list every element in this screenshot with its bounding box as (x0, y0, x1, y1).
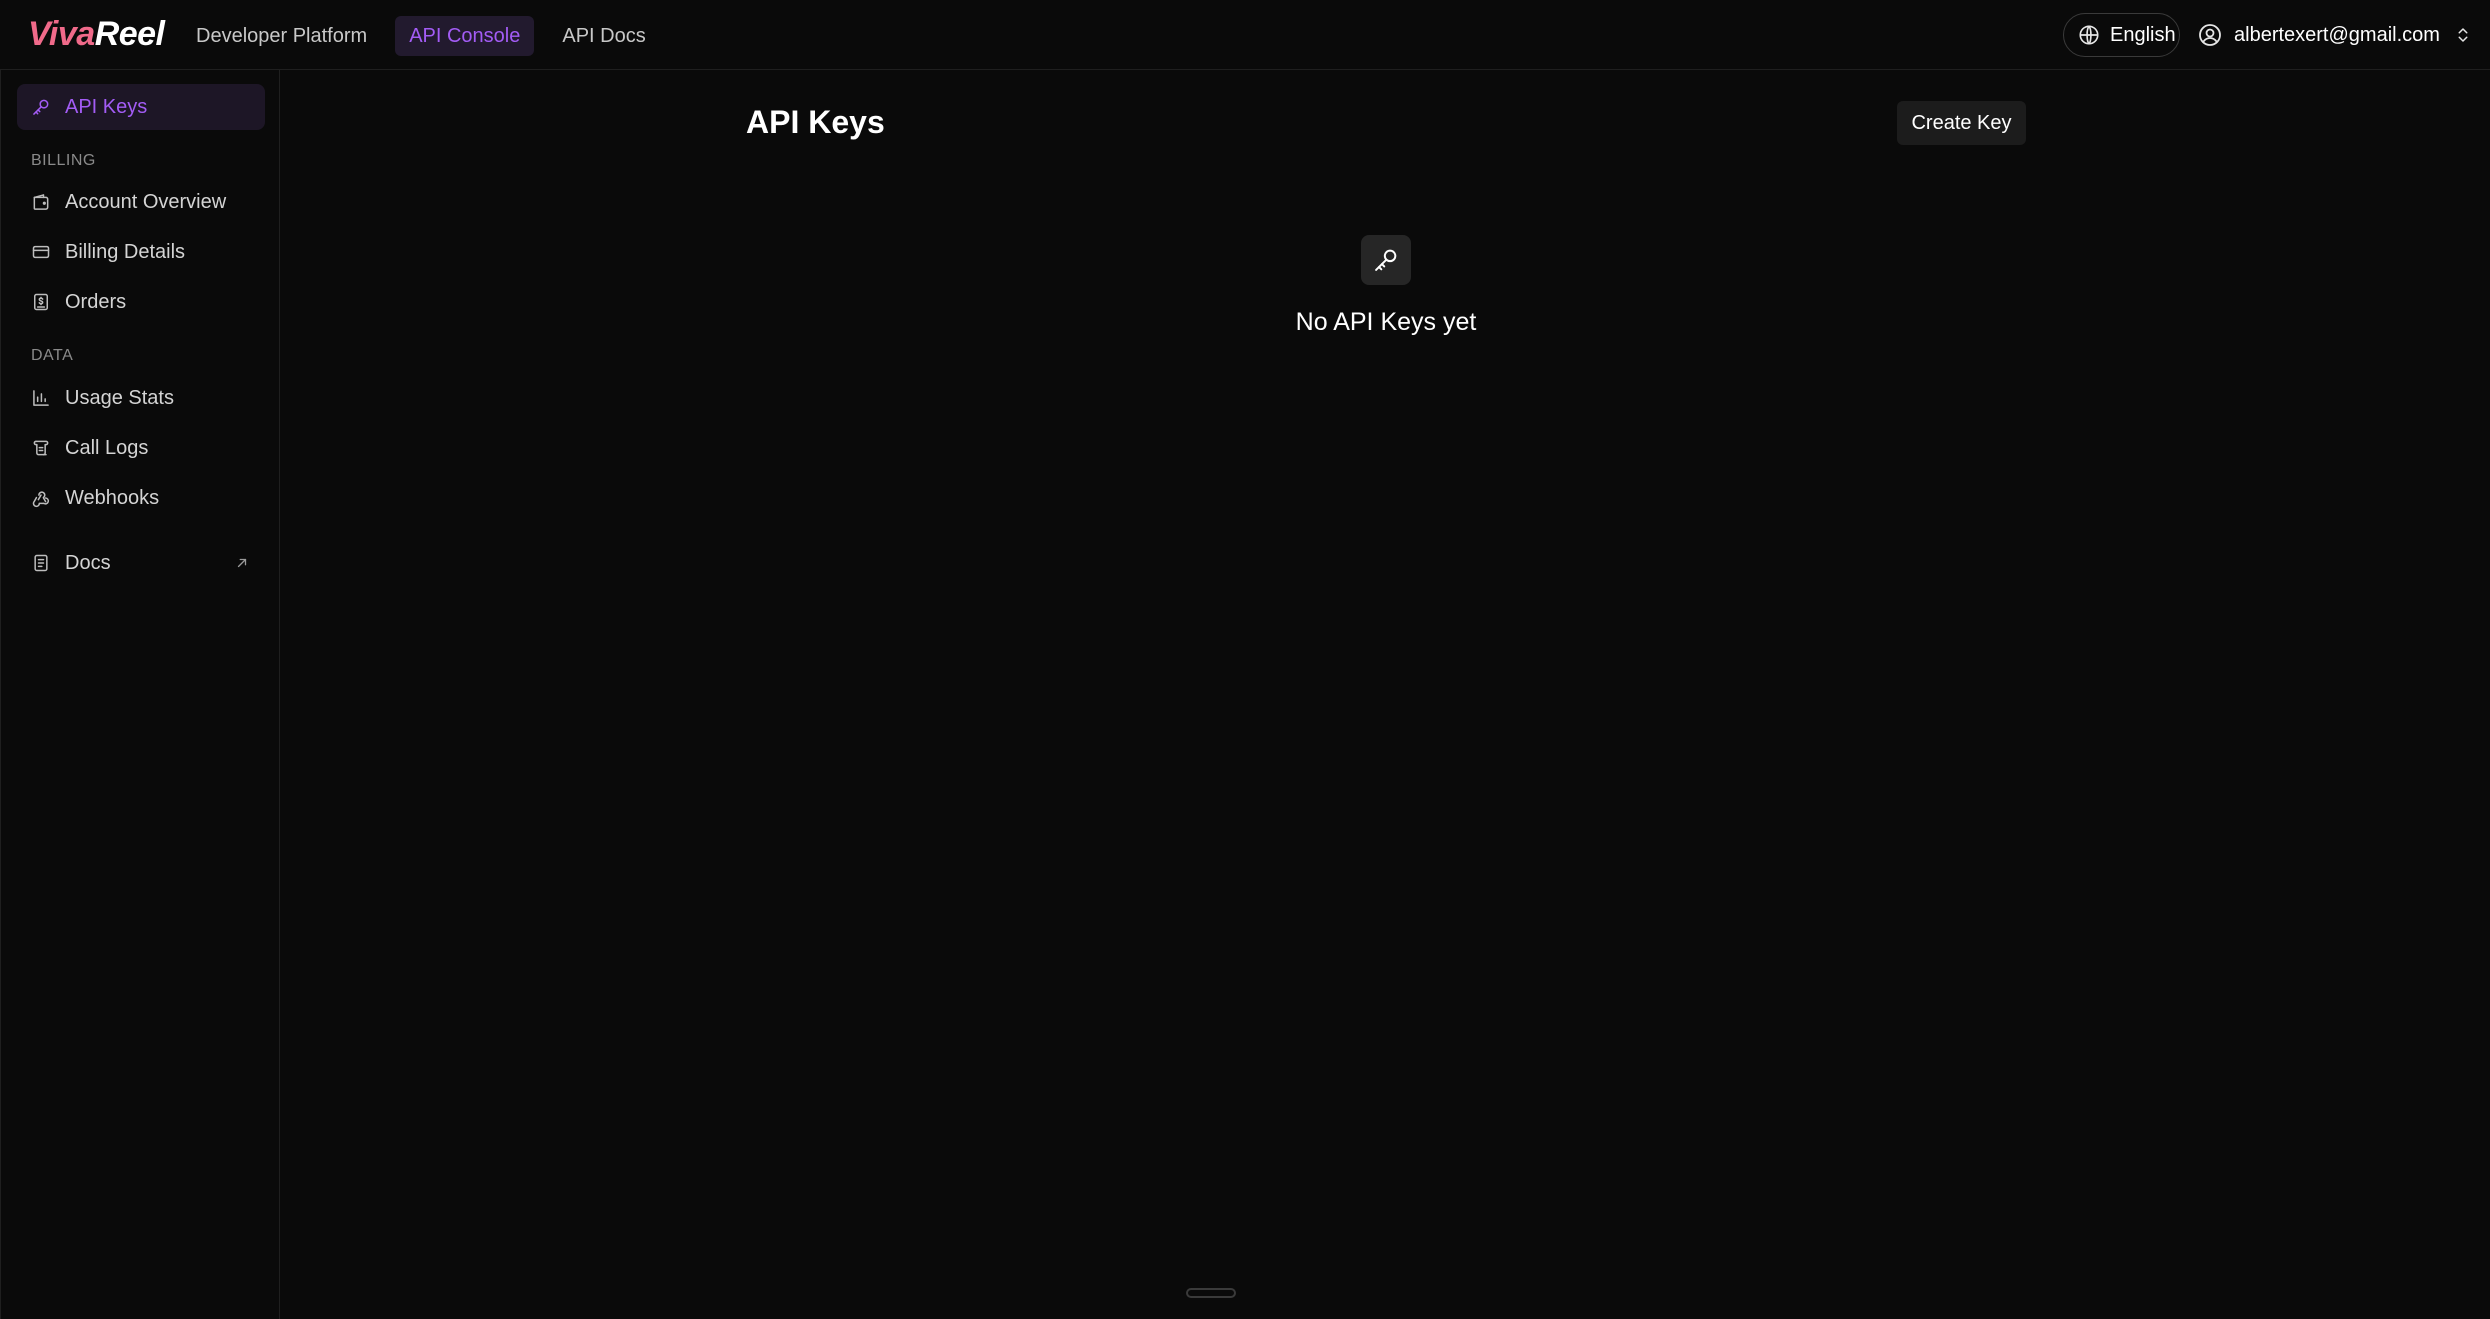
sidebar-item-label: Account Overview (65, 190, 227, 213)
sidebar-item-webhooks[interactable]: Webhooks (17, 475, 265, 521)
sidebar-item-api-keys[interactable]: API Keys (17, 84, 265, 130)
top-nav: Developer Platform API Console API Docs (182, 16, 660, 56)
sidebar-item-label: Usage Stats (65, 386, 174, 409)
webhook-icon (32, 491, 50, 508)
page-title: API Keys (746, 104, 885, 140)
wallet-icon (33, 194, 49, 210)
user-menu[interactable]: albertexert@gmail.com (2198, 13, 2472, 57)
empty-state-message: No API Keys yet (1295, 308, 1477, 336)
logo-part-viva: Viva (28, 15, 95, 53)
nav-api-docs[interactable]: API Docs (548, 16, 659, 56)
section-label-billing: BILLING (31, 152, 96, 169)
logo-part-reel: Reel (94, 15, 165, 53)
sidebar-item-label: Billing Details (65, 240, 186, 263)
sidebar-item-call-logs[interactable]: Call Logs (17, 425, 265, 471)
language-label: English (2110, 23, 2176, 46)
user-email: albertexert@gmail.com (2234, 23, 2440, 46)
chevron-up-down-icon (2458, 28, 2468, 42)
external-link-icon (237, 558, 247, 568)
sidebar-item-label: Webhooks (65, 486, 160, 509)
scroll-icon (33, 440, 49, 456)
sidebar-item-label: Docs (65, 551, 111, 574)
nav-developer-platform[interactable]: Developer Platform (182, 16, 381, 56)
empty-state-icon-box (1361, 235, 1411, 285)
sidebar-item-orders[interactable]: Orders (17, 279, 265, 325)
user-circle-icon (2199, 24, 2221, 46)
credit-card-icon (32, 245, 50, 259)
sidebar-item-docs[interactable]: Docs (17, 540, 265, 586)
sidebar-item-account-overview[interactable]: Account Overview (17, 179, 265, 225)
top-bar: VivaReel Developer Platform API Console … (0, 0, 2490, 70)
key-icon (1375, 249, 1397, 271)
sidebar: API Keys BILLING Account Overview Billin… (0, 70, 280, 1319)
scroll-handle[interactable] (1186, 1288, 1236, 1298)
create-key-button[interactable]: Create Key (1897, 101, 2026, 145)
bar-chart-icon (33, 390, 49, 406)
globe-icon (2079, 25, 2099, 45)
vivareel-logo[interactable]: VivaReel (28, 12, 165, 56)
document-icon (34, 554, 48, 572)
sidebar-item-label: Call Logs (65, 436, 149, 459)
sidebar-item-billing-details[interactable]: Billing Details (17, 229, 265, 275)
key-icon (33, 99, 49, 115)
section-label-data: DATA (31, 347, 74, 364)
sidebar-item-label: API Keys (65, 95, 148, 118)
language-selector[interactable]: English (2063, 13, 2180, 57)
receipt-icon (34, 293, 48, 311)
nav-api-console[interactable]: API Console (395, 16, 535, 56)
sidebar-item-usage-stats[interactable]: Usage Stats (17, 375, 265, 421)
sidebar-item-label: Orders (65, 290, 127, 313)
